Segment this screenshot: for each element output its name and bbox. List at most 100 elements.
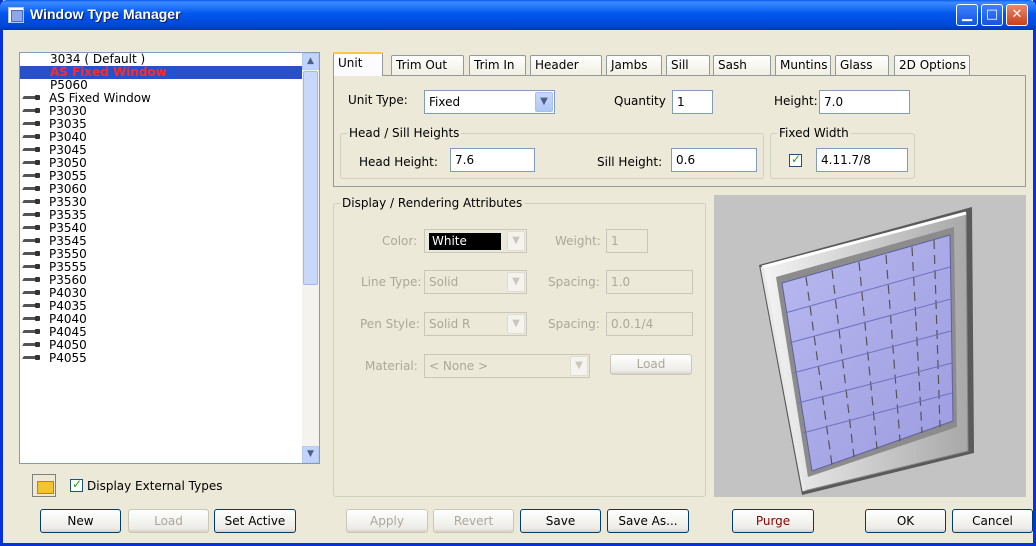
tab-jambs[interactable]: Jambs xyxy=(606,55,662,75)
tab-sill[interactable]: Sill xyxy=(666,55,710,75)
external-type-pencil-icon xyxy=(23,275,41,283)
external-type-pencil-icon xyxy=(23,132,41,140)
title-bar[interactable]: Window Type Manager ▁ □ ✕ xyxy=(0,0,1036,30)
save-as-button[interactable]: Save As... xyxy=(607,509,689,533)
maximize-icon: □ xyxy=(985,7,999,22)
chevron-down-icon: ▼ xyxy=(307,449,314,459)
external-type-pencil-icon xyxy=(23,249,41,257)
window-render-image xyxy=(759,207,974,495)
tab-unit[interactable]: Unit xyxy=(333,52,383,76)
spacing-input[interactable]: 1.0 xyxy=(606,270,693,294)
close-button[interactable]: ✕ xyxy=(1006,4,1028,26)
list-item-label: P3555 xyxy=(49,260,87,274)
list-item-label: 3034 ( Default ) xyxy=(50,52,146,66)
head-height-input[interactable]: 7.6 xyxy=(450,148,535,172)
cancel-button[interactable]: Cancel xyxy=(952,509,1033,533)
purge-button[interactable]: Purge xyxy=(732,509,814,533)
pen-style-label: Pen Style: xyxy=(360,317,420,331)
tab-glass[interactable]: Glass xyxy=(835,55,889,75)
external-type-pencil-icon xyxy=(23,210,41,218)
window-type-list[interactable]: 3034 ( Default ) AS Fixed Window P5060 AS F… xyxy=(19,52,320,464)
height-input[interactable]: 7.0 xyxy=(819,90,910,114)
display-external-types[interactable]: Display External Types xyxy=(70,477,223,493)
tab-trim-out[interactable]: Trim Out xyxy=(391,55,464,75)
external-type-pencil-icon xyxy=(23,184,41,192)
chevron-down-icon[interactable]: ▼ xyxy=(535,92,553,112)
sill-height-input[interactable]: 0.6 xyxy=(671,148,757,172)
tab-header[interactable]: Header xyxy=(530,55,602,75)
chevron-up-icon: ▲ xyxy=(307,56,314,66)
material-select[interactable]: < None > ▼ xyxy=(424,354,590,378)
window-type-manager-dialog: Window Type Manager ▁ □ ✕ 3034 ( Default… xyxy=(0,0,1036,546)
set-active-button[interactable]: Set Active xyxy=(214,509,296,533)
tab-sash[interactable]: Sash xyxy=(713,55,771,75)
apply-button[interactable]: Apply xyxy=(346,509,428,533)
line-type-select[interactable]: Solid ▼ xyxy=(424,270,527,294)
unit-type-label: Unit Type: xyxy=(348,93,408,107)
display-external-types-checkbox[interactable] xyxy=(70,477,83,492)
external-type-pencil-icon xyxy=(23,106,41,114)
external-type-pencil-icon xyxy=(23,340,41,348)
list-item-label: AS Fixed Window xyxy=(49,91,151,105)
spacing2-input[interactable]: 0.0.1/4 xyxy=(606,312,693,336)
scroll-up-button[interactable]: ▲ xyxy=(302,53,319,70)
color-select[interactable]: White ▼ xyxy=(424,229,527,253)
list-item-label: P3530 xyxy=(49,195,87,209)
sill-height-label: Sill Height: xyxy=(597,155,663,169)
new-button[interactable]: New xyxy=(40,509,121,533)
chevron-down-icon[interactable]: ▼ xyxy=(507,314,525,334)
load-button[interactable]: Load xyxy=(128,509,209,533)
external-type-pencil-icon xyxy=(23,223,41,231)
external-type-pencil-icon xyxy=(23,327,41,335)
list-item-label: P3045 xyxy=(49,143,87,157)
list-item[interactable]: P4055 xyxy=(20,352,302,365)
line-type-label: Line Type: xyxy=(361,275,422,289)
ok-button[interactable]: OK xyxy=(865,509,946,533)
list-item-label: P3040 xyxy=(49,130,87,144)
tab-trim-in[interactable]: Trim In xyxy=(469,55,526,75)
minimize-icon: ▁ xyxy=(962,7,972,22)
unit-type-select[interactable]: Fixed ▼ xyxy=(424,90,555,114)
tab-muntins[interactable]: Muntins xyxy=(775,55,831,75)
spacing2-label: Spacing: xyxy=(548,317,600,331)
minimize-button[interactable]: ▁ xyxy=(956,4,978,26)
external-type-pencil-icon xyxy=(23,301,41,309)
list-item-label: AS Fixed Window xyxy=(50,65,167,79)
weight-input[interactable]: 1 xyxy=(606,229,648,253)
close-icon: ✕ xyxy=(1011,7,1023,22)
quantity-input[interactable]: 1 xyxy=(672,90,713,114)
open-folder-button[interactable] xyxy=(32,474,56,497)
external-type-pencil-icon xyxy=(23,158,41,166)
type-list-scrollbar[interactable]: ▲ ▼ xyxy=(302,53,319,463)
list-item-label: P3540 xyxy=(49,221,87,235)
scroll-thumb[interactable] xyxy=(303,71,318,285)
scroll-down-button[interactable]: ▼ xyxy=(302,446,319,463)
line-type-value: Solid xyxy=(429,275,459,289)
external-type-pencil-icon xyxy=(23,353,41,361)
save-button[interactable]: Save xyxy=(520,509,601,533)
list-item-label: P3560 xyxy=(49,273,87,287)
window-3d-preview xyxy=(714,195,1026,497)
revert-button[interactable]: Revert xyxy=(433,509,514,533)
maximize-button[interactable]: □ xyxy=(981,4,1003,26)
tab-2d-options[interactable]: 2D Options xyxy=(894,55,970,75)
external-type-pencil-icon xyxy=(23,197,41,205)
list-item-label: P3550 xyxy=(49,247,87,261)
chevron-down-icon[interactable]: ▼ xyxy=(507,272,525,292)
material-value: < None > xyxy=(429,359,489,373)
external-type-pencil-icon xyxy=(23,314,41,322)
unit-tab-panel: Unit Type: Fixed ▼ Quantity 1 Height: 7.… xyxy=(333,75,1026,187)
list-item-label: P3030 xyxy=(49,104,87,118)
pen-style-select[interactable]: Solid R ▼ xyxy=(424,312,527,336)
external-type-pencil-icon xyxy=(23,145,41,153)
list-item-label: P4050 xyxy=(49,338,87,352)
fixed-width-title: Fixed Width xyxy=(777,126,851,140)
display-external-types-label: Display External Types xyxy=(87,478,223,493)
fixed-width-checkbox[interactable] xyxy=(789,152,802,167)
chevron-down-icon[interactable]: ▼ xyxy=(570,356,588,376)
type-list-items: 3034 ( Default ) AS Fixed Window P5060 AS F… xyxy=(20,53,302,365)
fixed-width-input[interactable]: 4.11.7/8 xyxy=(816,148,908,172)
material-load-button[interactable]: Load xyxy=(610,354,692,375)
chevron-down-icon[interactable]: ▼ xyxy=(507,231,525,251)
list-item-label: P3035 xyxy=(49,117,87,131)
